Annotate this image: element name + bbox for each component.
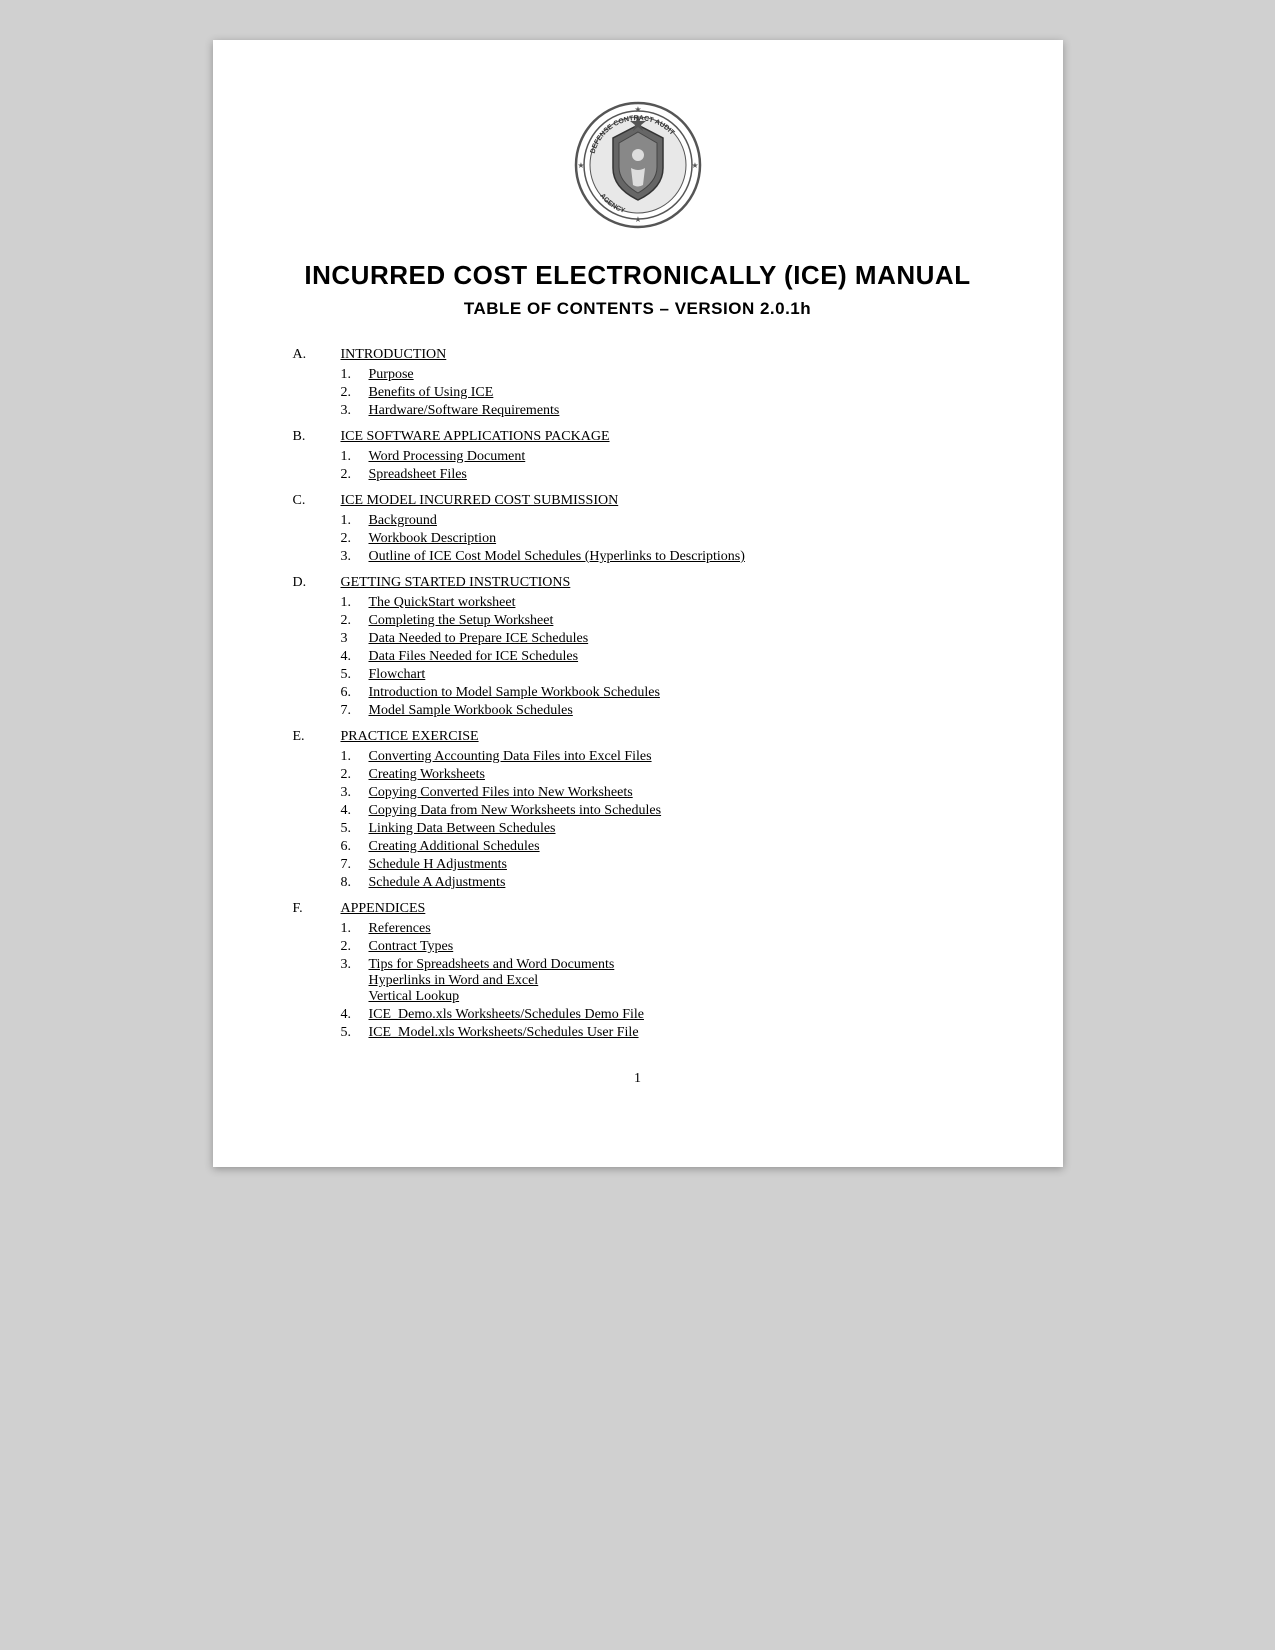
toc-link[interactable]: Background — [369, 513, 437, 529]
toc-section-c: C. ICE MODEL INCURRED COST SUBMISSION 1.… — [293, 493, 983, 565]
list-item: 2. Benefits of Using ICE — [341, 385, 983, 401]
list-item: 2. Creating Worksheets — [341, 767, 983, 783]
toc-link[interactable]: Purpose — [369, 367, 414, 383]
toc-link[interactable]: Spreadsheet Files — [369, 467, 467, 483]
list-item: 5. ICE_Model.xls Worksheets/Schedules Us… — [341, 1025, 983, 1041]
svg-text:★: ★ — [691, 161, 698, 170]
toc-link[interactable]: Schedule A Adjustments — [369, 875, 506, 891]
agency-seal-icon: DEFENSE CONTRACT AUDIT AGENCY ★ ★ ★ ★ — [573, 100, 703, 230]
list-item: 2. Completing the Setup Worksheet — [341, 613, 983, 629]
toc-link[interactable]: Workbook Description — [369, 531, 497, 547]
list-item: 4. ICE_Demo.xls Worksheets/Schedules Dem… — [341, 1007, 983, 1023]
toc-link[interactable]: Flowchart — [369, 667, 426, 683]
toc-link[interactable]: Hardware/Software Requirements — [369, 403, 560, 419]
list-item: 4. Data Files Needed for ICE Schedules — [341, 649, 983, 665]
list-item: 1. Background — [341, 513, 983, 529]
section-letter-b: B. — [293, 429, 341, 445]
page: DEFENSE CONTRACT AUDIT AGENCY ★ ★ ★ ★ IN… — [213, 40, 1063, 1167]
toc-link[interactable]: Data Needed to Prepare ICE Schedules — [369, 631, 589, 647]
section-letter-f: F. — [293, 901, 341, 917]
list-item: 2. Spreadsheet Files — [341, 467, 983, 483]
section-letter-d: D. — [293, 575, 341, 591]
list-item: 3. Tips for Spreadsheets and Word Docume… — [341, 957, 983, 1005]
list-item: 6. Creating Additional Schedules — [341, 839, 983, 855]
toc-link[interactable]: Word Processing Document — [369, 449, 526, 465]
toc-link[interactable]: Tips for Spreadsheets and Word Documents — [369, 957, 615, 973]
section-title-d[interactable]: GETTING STARTED INSTRUCTIONS — [341, 575, 571, 591]
list-item: 1. References — [341, 921, 983, 937]
toc-link[interactable]: Converting Accounting Data Files into Ex… — [369, 749, 652, 765]
toc-link[interactable]: Creating Worksheets — [369, 767, 485, 783]
toc-sublink[interactable]: Vertical Lookup — [369, 989, 615, 1005]
toc-link[interactable]: Creating Additional Schedules — [369, 839, 540, 855]
toc-section-e: E. PRACTICE EXERCISE 1. Converting Accou… — [293, 729, 983, 891]
list-item: 3. Copying Converted Files into New Work… — [341, 785, 983, 801]
section-title-c[interactable]: ICE MODEL INCURRED COST SUBMISSION — [341, 493, 619, 509]
toc-link[interactable]: The QuickStart worksheet — [369, 595, 516, 611]
list-item: 5. Flowchart — [341, 667, 983, 683]
list-item: 4. Copying Data from New Worksheets into… — [341, 803, 983, 819]
list-item: 2. Workbook Description — [341, 531, 983, 547]
toc-link[interactable]: Contract Types — [369, 939, 454, 955]
svg-text:★: ★ — [577, 161, 584, 170]
toc-section-f: F. APPENDICES 1. References 2. Contract … — [293, 901, 983, 1041]
toc-link[interactable]: ICE_Model.xls Worksheets/Schedules User … — [369, 1025, 639, 1041]
toc-link[interactable]: Introduction to Model Sample Workbook Sc… — [369, 685, 660, 701]
list-item: 3. Hardware/Software Requirements — [341, 403, 983, 419]
logo-container: DEFENSE CONTRACT AUDIT AGENCY ★ ★ ★ ★ — [293, 100, 983, 230]
list-item: 1. Converting Accounting Data Files into… — [341, 749, 983, 765]
section-title-b[interactable]: ICE SOFTWARE APPLICATIONS PACKAGE — [341, 429, 610, 445]
toc-link[interactable]: Copying Converted Files into New Workshe… — [369, 785, 633, 801]
list-item: 6. Introduction to Model Sample Workbook… — [341, 685, 983, 701]
list-item: 3. Outline of ICE Cost Model Schedules (… — [341, 549, 983, 565]
section-letter-e: E. — [293, 729, 341, 745]
list-item: 2. Contract Types — [341, 939, 983, 955]
section-title-a[interactable]: INTRODUCTION — [341, 347, 447, 363]
toc-link[interactable]: Outline of ICE Cost Model Schedules (Hyp… — [369, 549, 745, 565]
list-item: 7. Model Sample Workbook Schedules — [341, 703, 983, 719]
section-letter-a: A. — [293, 347, 341, 363]
toc-link[interactable]: References — [369, 921, 431, 937]
toc-link[interactable]: Schedule H Adjustments — [369, 857, 507, 873]
toc-link[interactable]: Copying Data from New Worksheets into Sc… — [369, 803, 662, 819]
list-item: 1. Word Processing Document — [341, 449, 983, 465]
section-letter-c: C. — [293, 493, 341, 509]
list-item: 1. Purpose — [341, 367, 983, 383]
toc-section-b: B. ICE SOFTWARE APPLICATIONS PACKAGE 1. … — [293, 429, 983, 483]
section-title-e[interactable]: PRACTICE EXERCISE — [341, 729, 479, 745]
svg-text:★: ★ — [634, 105, 641, 114]
list-item: 7. Schedule H Adjustments — [341, 857, 983, 873]
toc-link[interactable]: Data Files Needed for ICE Schedules — [369, 649, 579, 665]
subtitle: TABLE OF CONTENTS – VERSION 2.0.1h — [293, 299, 983, 319]
toc-link[interactable]: Linking Data Between Schedules — [369, 821, 556, 837]
toc-container: A. INTRODUCTION 1. Purpose 2. Benefits o… — [293, 347, 983, 1041]
svg-text:★: ★ — [634, 215, 641, 224]
list-item: 1. The QuickStart worksheet — [341, 595, 983, 611]
list-item: 3 Data Needed to Prepare ICE Schedules — [341, 631, 983, 647]
list-item: 8. Schedule A Adjustments — [341, 875, 983, 891]
main-title: INCURRED COST ELECTRONICALLY (ICE) MANUA… — [293, 260, 983, 291]
toc-link[interactable]: ICE_Demo.xls Worksheets/Schedules Demo F… — [369, 1007, 644, 1023]
toc-link[interactable]: Completing the Setup Worksheet — [369, 613, 554, 629]
toc-link[interactable]: Model Sample Workbook Schedules — [369, 703, 573, 719]
toc-link[interactable]: Benefits of Using ICE — [369, 385, 494, 401]
list-item: 5. Linking Data Between Schedules — [341, 821, 983, 837]
page-number: 1 — [293, 1071, 983, 1087]
toc-section-d: D. GETTING STARTED INSTRUCTIONS 1. The Q… — [293, 575, 983, 719]
toc-sublink[interactable]: Hyperlinks in Word and Excel — [369, 973, 615, 989]
toc-section-a: A. INTRODUCTION 1. Purpose 2. Benefits o… — [293, 347, 983, 419]
section-title-f[interactable]: APPENDICES — [341, 901, 426, 917]
